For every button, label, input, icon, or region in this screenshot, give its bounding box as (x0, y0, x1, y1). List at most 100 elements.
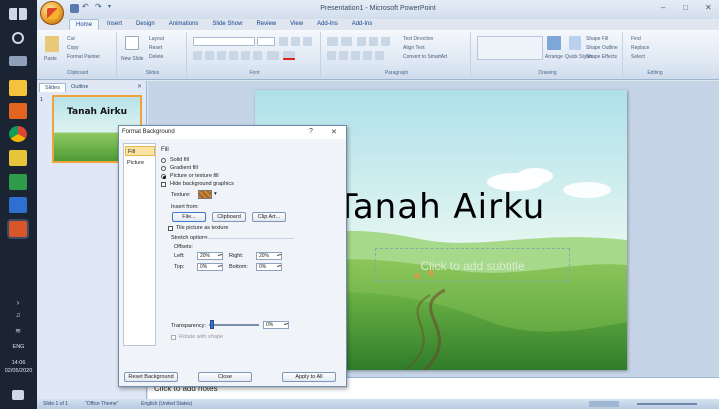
format-painter-button[interactable]: Format Painter (67, 54, 100, 60)
tab-slides[interactable]: Slides (39, 83, 66, 92)
tab-view[interactable]: View (284, 19, 309, 30)
font-name-combo[interactable] (193, 37, 255, 46)
paste-icon[interactable] (45, 36, 59, 52)
close-button[interactable]: ✕ (705, 3, 712, 12)
tile-picture-checkbox[interactable] (168, 226, 173, 231)
tab-animations[interactable]: Animations (163, 19, 205, 30)
new-slide-icon[interactable] (125, 36, 139, 50)
status-language[interactable]: English (United States) (141, 401, 192, 407)
columns-icon[interactable] (375, 51, 384, 60)
taskbar-time[interactable]: 14:06 (2, 360, 35, 367)
strikethrough-icon[interactable] (229, 51, 238, 60)
left-offset-spinner[interactable]: 20% (197, 252, 223, 260)
bottom-offset-spinner[interactable]: 0% (256, 263, 282, 271)
reset-background-button[interactable]: Reset Background (124, 372, 178, 382)
line-spacing-icon[interactable] (381, 37, 390, 46)
start-icon[interactable] (9, 8, 27, 20)
layout-button[interactable]: Layout (149, 36, 164, 42)
solid-fill-radio[interactable] (161, 158, 166, 163)
dialog-close-button[interactable]: ✕ (331, 128, 337, 136)
clear-formatting-icon[interactable] (303, 37, 312, 46)
decrease-indent-icon[interactable] (357, 37, 366, 46)
shape-effects-button[interactable]: Shape Effects (586, 54, 617, 60)
change-case-icon[interactable] (267, 51, 279, 60)
tab-home[interactable]: Home (69, 19, 100, 30)
numbering-icon[interactable] (341, 37, 352, 46)
help-button[interactable]: ? (309, 128, 313, 135)
taskbar-date[interactable]: 02/05/2020 (2, 368, 35, 375)
select-button[interactable]: Select (631, 54, 645, 60)
rotate-with-shape-checkbox[interactable] (171, 335, 176, 340)
cut-button[interactable]: Cut (67, 36, 75, 42)
volume-icon[interactable]: ♫ (9, 312, 27, 328)
bold-icon[interactable] (193, 51, 202, 60)
tab-add-ins-2[interactable]: Add-Ins (346, 19, 379, 30)
texture-dropdown-icon[interactable]: ▾ (214, 191, 217, 197)
app-icon-yellow[interactable] (9, 150, 27, 166)
quick-styles-icon[interactable] (569, 36, 581, 50)
align-right-icon[interactable] (351, 51, 360, 60)
find-button[interactable]: Find (631, 36, 641, 42)
app-icon-blue[interactable] (9, 197, 27, 213)
subtitle-placeholder[interactable]: Click to add subtitle (375, 248, 570, 282)
task-view-icon[interactable] (9, 56, 27, 66)
center-icon[interactable] (339, 51, 348, 60)
taskbar-language[interactable]: ENG (2, 344, 35, 351)
powerpoint-taskbar-icon[interactable] (9, 221, 27, 237)
texture-picker[interactable] (198, 190, 212, 199)
close-icon[interactable]: ✕ (137, 83, 142, 90)
new-slide-button[interactable]: New Slide (121, 56, 144, 62)
zoom-slider[interactable] (637, 403, 697, 405)
search-icon[interactable] (12, 32, 24, 44)
tab-insert[interactable]: Insert (101, 19, 128, 30)
top-offset-spinner[interactable]: 0% (197, 263, 223, 271)
font-color-icon[interactable] (283, 51, 295, 60)
shadow-icon[interactable] (241, 51, 250, 60)
tab-review[interactable]: Review (250, 19, 282, 30)
italic-icon[interactable] (205, 51, 214, 60)
bullets-icon[interactable] (327, 37, 338, 46)
network-icon[interactable]: ≋ (9, 327, 27, 343)
picture-fill-radio[interactable] (161, 174, 166, 179)
font-size-combo[interactable] (257, 37, 275, 46)
shape-outline-button[interactable]: Shape Outline (586, 45, 618, 51)
tab-outline[interactable]: Outline (66, 83, 93, 92)
app-icon-green[interactable] (9, 174, 27, 190)
copy-button[interactable]: Copy (67, 45, 79, 51)
transparency-spinner[interactable]: 0% (263, 321, 289, 329)
gradient-fill-radio[interactable] (161, 166, 166, 171)
file-explorer-icon[interactable] (9, 80, 27, 96)
tab-add-ins[interactable]: Add-Ins (311, 19, 344, 30)
tab-slide-show[interactable]: Slide Show (206, 19, 248, 30)
transparency-slider-track[interactable] (209, 324, 259, 326)
app-icon-orange[interactable] (9, 103, 27, 119)
convert-smartart-button[interactable]: Convert to SmartArt (403, 54, 447, 60)
arrange-button[interactable]: Arrange (545, 54, 563, 60)
shape-fill-button[interactable]: Shape Fill (586, 36, 608, 42)
reset-button[interactable]: Reset (149, 45, 162, 51)
close-dialog-button[interactable]: Close (198, 372, 252, 382)
office-button[interactable] (40, 1, 64, 25)
hide-graphics-checkbox[interactable] (161, 182, 166, 187)
justify-icon[interactable] (363, 51, 372, 60)
clipboard-button[interactable]: Clipboard (212, 212, 246, 222)
view-buttons[interactable] (589, 401, 619, 407)
clip-art-button[interactable]: Clip Art... (252, 212, 286, 222)
chrome-icon[interactable] (9, 126, 27, 142)
char-spacing-icon[interactable] (253, 51, 262, 60)
delete-button[interactable]: Delete (149, 54, 163, 60)
right-offset-spinner[interactable]: 20% (256, 252, 282, 260)
align-text-button[interactable]: Align Text (403, 45, 425, 51)
underline-icon[interactable] (217, 51, 226, 60)
arrange-icon[interactable] (547, 36, 561, 50)
transparency-slider-thumb[interactable] (210, 320, 214, 329)
file-button[interactable]: File... (172, 212, 206, 222)
grow-font-icon[interactable] (279, 37, 288, 46)
maximize-button[interactable]: □ (683, 3, 688, 12)
minimize-button[interactable]: – (661, 3, 665, 12)
increase-indent-icon[interactable] (369, 37, 378, 46)
nav-fill[interactable]: Fill (125, 146, 155, 156)
text-direction-button[interactable]: Text Direction (403, 36, 433, 42)
shapes-gallery[interactable] (477, 36, 543, 60)
align-left-icon[interactable] (327, 51, 336, 60)
